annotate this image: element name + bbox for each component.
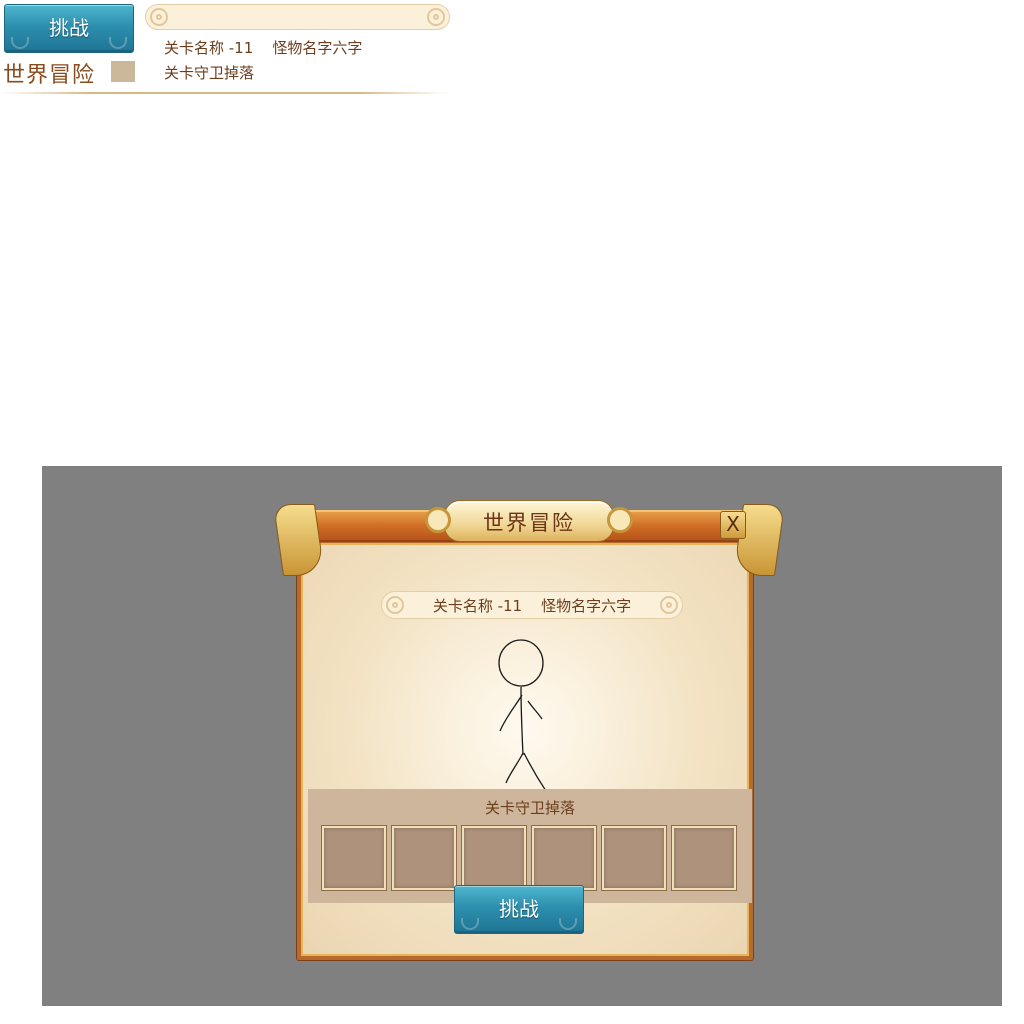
drop-label: 关卡守卫掉落 [484,799,575,817]
challenge-button-label: 挑战 [499,897,539,921]
challenge-button-sample[interactable]: 挑战 [4,4,134,53]
stage-info-text-sample: 关卡名称 -11 怪物名字六字 [164,39,363,57]
scroll-banner-sample [145,4,450,30]
drop-item-slot[interactable] [602,826,666,890]
guard-monster-figure [498,639,547,792]
title-text-sample: 世界冒险 [3,63,96,88]
swirl-right-icon [559,918,577,930]
drop-item-slot[interactable] [392,826,456,890]
drop-item-slot[interactable] [672,826,736,890]
color-swatch [111,61,135,82]
drop-item-slot[interactable] [532,826,596,890]
drop-label-sample: 关卡守卫掉落 [164,64,255,82]
drop-item-slot[interactable] [462,826,526,890]
stage-scroll-banner: 关卡名称 -11 怪物名字六字 [381,591,683,619]
scroll-curl-right-icon [427,8,445,26]
stage-info-text: 关卡名称 -11 怪物名字六字 [432,597,632,615]
swirl-left-icon [11,37,29,49]
scroll-curl-left-icon [150,8,168,26]
challenge-button-label: 挑战 [49,16,89,40]
dialog-title: 世界冒险 [483,511,575,535]
modal-overlay: 关卡名称 -11 怪物名字六字 关卡守卫掉落 世界冒险 X 挑战 [42,466,1002,1006]
drop-item-slot[interactable] [322,826,386,890]
swirl-left-icon [461,918,479,930]
close-button[interactable]: X [720,511,746,539]
challenge-button[interactable]: 挑战 [454,885,584,934]
world-adventure-dialog: 关卡名称 -11 怪物名字六字 关卡守卫掉落 世界冒险 X 挑战 [272,500,786,960]
swirl-right-icon [109,37,127,49]
divider-line [0,92,448,94]
title-plate: 世界冒险 [425,500,633,542]
